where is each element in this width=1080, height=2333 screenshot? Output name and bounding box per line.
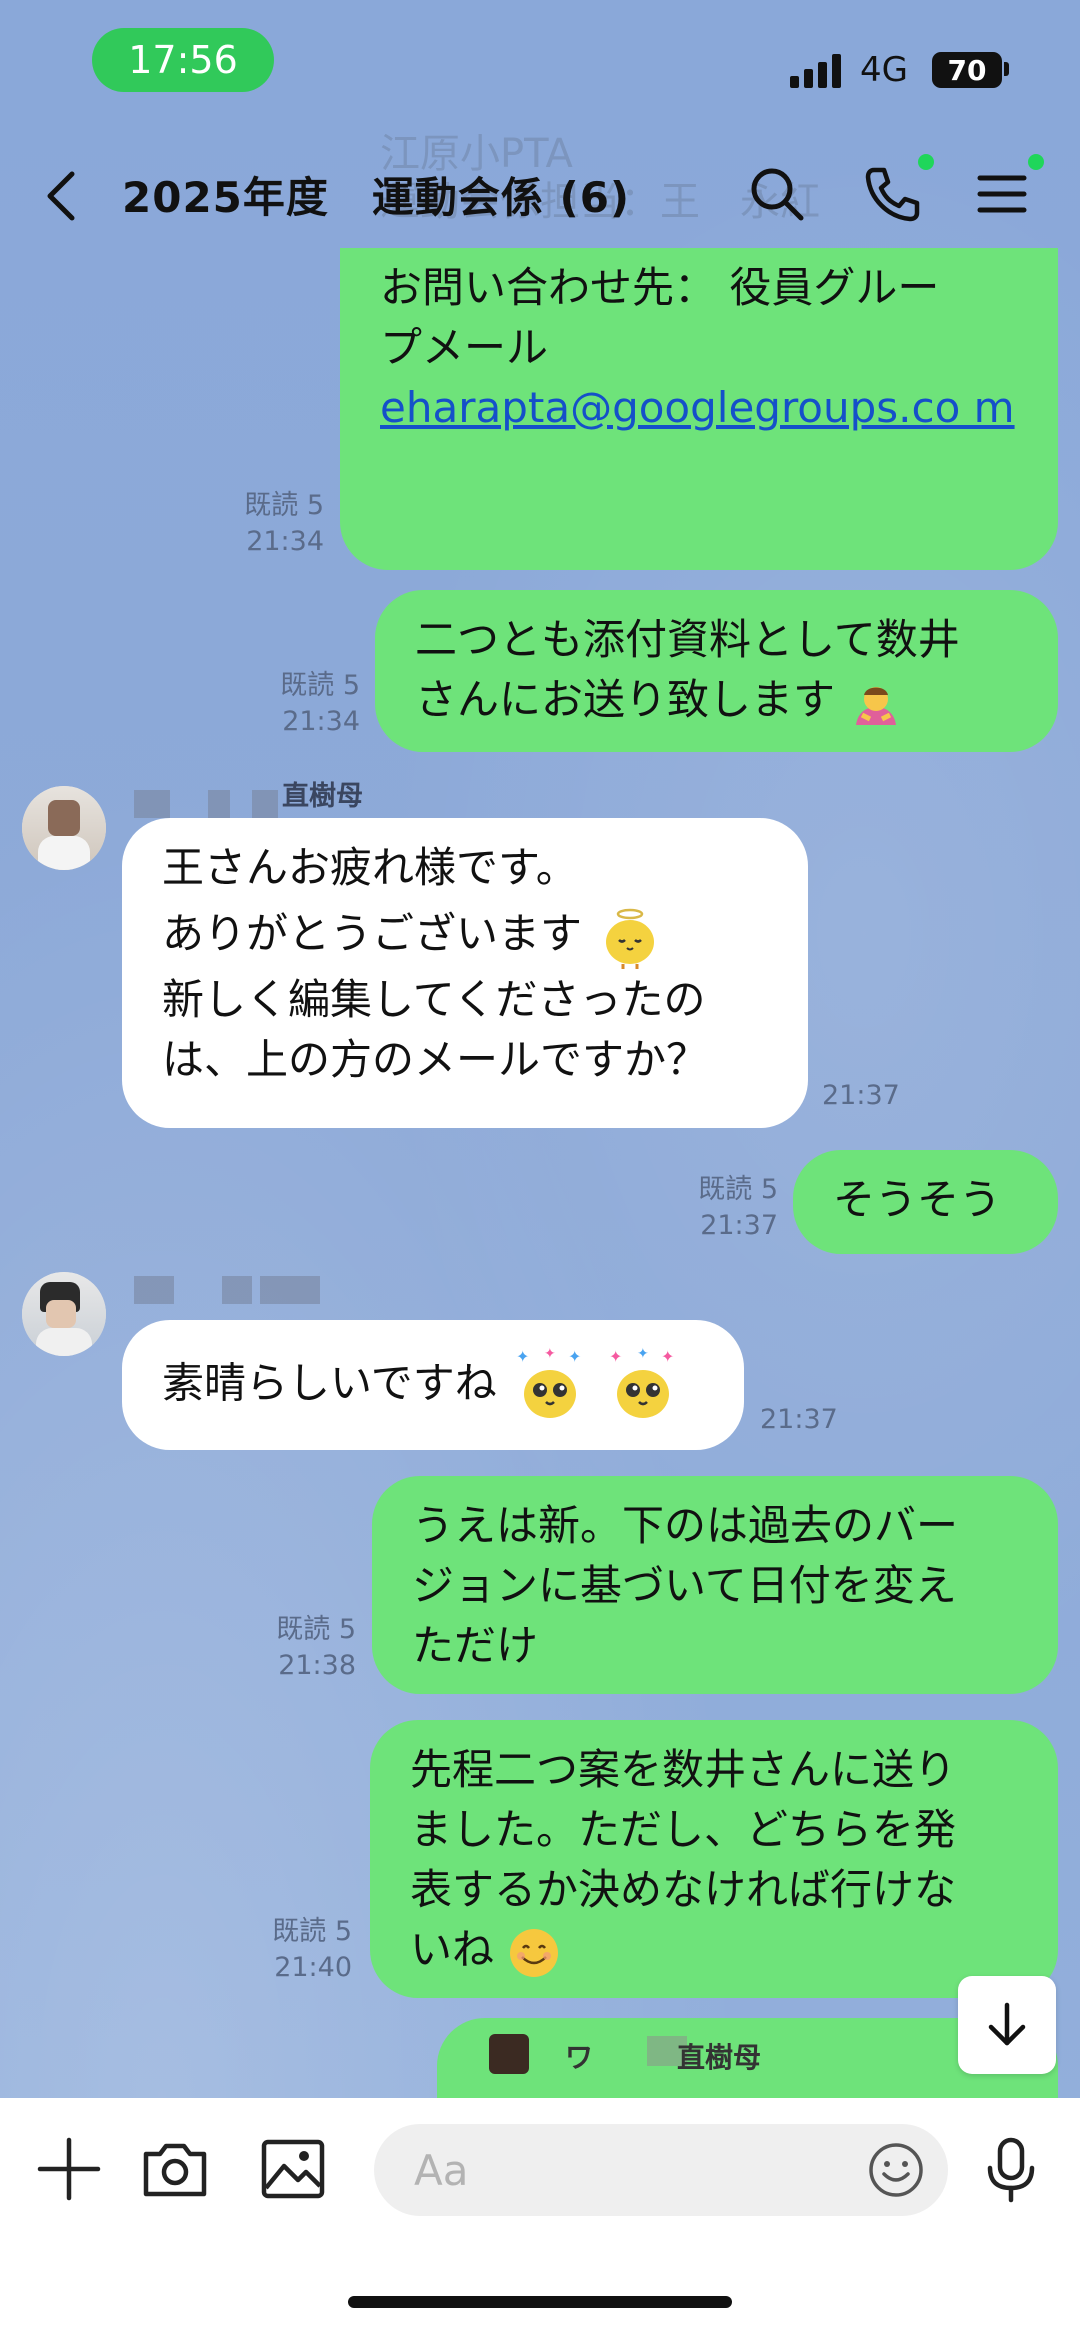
read-count: 既読 5	[272, 1916, 352, 1947]
message-meta: 既読 5 21:38	[232, 1612, 356, 1684]
sparkling-chick-emoji-icon: ✦ ✦ ✦	[609, 1346, 675, 1418]
message-text: 新しく編集してくださったの	[162, 975, 706, 1024]
message-text: ました。ただし、どちらを発	[410, 1805, 957, 1854]
message-text: 二つとも添付資料として数井	[415, 615, 960, 664]
svg-text:✦: ✦	[661, 1347, 674, 1366]
read-count: 既読 5	[244, 490, 324, 521]
status-bar: 17:56 4G 70	[0, 0, 1080, 120]
message-bubble-incoming[interactable]: 王さんお疲れ様です。 ありがとうございます 新しく編集してくださったの は、上の…	[122, 818, 808, 1128]
message-bubble-outgoing[interactable]: 先程二つ案を数井さんに送り ました。ただし、どちらを発 表するか決めなければ行け…	[370, 1720, 1058, 1998]
scroll-to-bottom-button[interactable]	[958, 1976, 1056, 2074]
message-text: は、上の方のメールですか？	[162, 1035, 709, 1084]
back-icon[interactable]	[40, 166, 88, 226]
image-icon[interactable]	[258, 2134, 328, 2204]
emoji-icon[interactable]	[866, 2140, 926, 2200]
svg-text:✦: ✦	[544, 1346, 556, 1362]
phone-icon[interactable]	[860, 162, 924, 226]
sender-name-redacted	[134, 1276, 328, 1306]
message-meta: 既読 5 21:34	[200, 488, 324, 560]
search-icon[interactable]	[745, 162, 809, 226]
read-count: 既読 5	[276, 1614, 356, 1645]
network-type: 4G	[860, 50, 908, 90]
message-bubble-outgoing[interactable]: 二つとも添付資料として数井 さんにお送り致します	[375, 590, 1058, 752]
svg-text:✦: ✦	[637, 1346, 649, 1362]
sparkling-chick-emoji-icon: ✦ ✦ ✦	[516, 1346, 582, 1418]
message-text: ありがとうございます	[162, 909, 583, 958]
microphone-icon[interactable]	[976, 2134, 1046, 2204]
reply-thumbnail	[489, 2034, 529, 2074]
battery-icon: 70	[932, 52, 1002, 88]
chat-title[interactable]: 2025年度 運動会係 (6)	[122, 164, 630, 225]
message-text: プメール	[380, 323, 549, 372]
arrow-down-icon	[988, 2002, 1026, 2046]
smiling-face-emoji-icon	[510, 1928, 559, 1977]
message-text: 王さんお疲れ様です。	[162, 843, 578, 892]
message-text: 素晴らしいですね	[162, 1358, 497, 1408]
svg-text:✦: ✦	[609, 1347, 622, 1366]
message-time: 21:37	[760, 1404, 838, 1435]
message-text: 表するか決めなければ行けな	[410, 1865, 957, 1914]
menu-icon[interactable]	[970, 162, 1034, 226]
message-time: 21:37	[700, 1210, 778, 1241]
message-time: 21:38	[278, 1650, 356, 1681]
reply-preview-name: ワ 直樹母	[565, 2041, 762, 2074]
message-bubble-outgoing[interactable]: うえは新。下のは過去のバー ジョンに基づいて日付を変え ただけ	[372, 1476, 1058, 1694]
message-bubble-outgoing[interactable]: お問い合わせ先： 役員グルー プメール eharapta@googlegroup…	[340, 248, 1058, 570]
message-time: 21:34	[282, 706, 360, 737]
call-indicator-dot	[918, 154, 934, 170]
svg-text:✦: ✦	[568, 1347, 581, 1366]
message-text: 先程二つ案を数井さんに送り	[410, 1745, 957, 1794]
message-text: さんにお送り致します	[415, 675, 836, 724]
read-count: 既読 5	[698, 1174, 778, 1205]
message-text: ジョンに基づいて日付を変え	[412, 1561, 957, 1610]
relieved-chick-emoji-icon	[606, 908, 655, 969]
message-meta: 既読 5 21:37	[654, 1172, 778, 1244]
read-count: 既読 5	[280, 670, 360, 701]
menu-indicator-dot	[1028, 154, 1044, 170]
message-input[interactable]	[374, 2124, 948, 2216]
sender-name-redacted	[134, 790, 286, 820]
bowing-person-emoji-icon	[856, 686, 897, 725]
status-time: 17:56	[92, 28, 274, 92]
message-bubble-outgoing[interactable]: そうそう	[793, 1150, 1058, 1254]
signal-icon	[790, 54, 842, 88]
avatar[interactable]	[22, 1272, 106, 1356]
message-time: 21:40	[274, 1952, 352, 1983]
avatar[interactable]	[22, 786, 106, 870]
message-text: うえは新。下のは過去のバー	[412, 1501, 959, 1550]
sender-name: 直樹母	[282, 781, 363, 812]
message-bubble-incoming[interactable]: 素晴らしいですね ✦ ✦ ✦ ✦ ✦ ✦	[122, 1320, 744, 1450]
email-link[interactable]: eharapta@googlegroups.co m	[380, 378, 1020, 438]
message-text: ただけ	[412, 1621, 539, 1670]
message-text: お問い合わせ先： 役員グルー	[380, 263, 940, 312]
message-time: 21:34	[246, 526, 324, 557]
message-meta: 既読 5 21:34	[236, 668, 360, 740]
message-text: いね	[410, 1925, 495, 1974]
battery-tip	[1004, 62, 1009, 76]
message-meta: 既読 5 21:40	[228, 1914, 352, 1986]
plus-icon[interactable]	[34, 2134, 104, 2204]
camera-icon[interactable]	[140, 2134, 210, 2204]
home-indicator[interactable]	[348, 2296, 732, 2308]
message-text: そうそう	[833, 1175, 1002, 1224]
svg-text:✦: ✦	[516, 1347, 529, 1366]
chat-header: 2025年度 運動会係 (6)	[0, 150, 1080, 240]
message-time: 21:37	[822, 1080, 900, 1111]
